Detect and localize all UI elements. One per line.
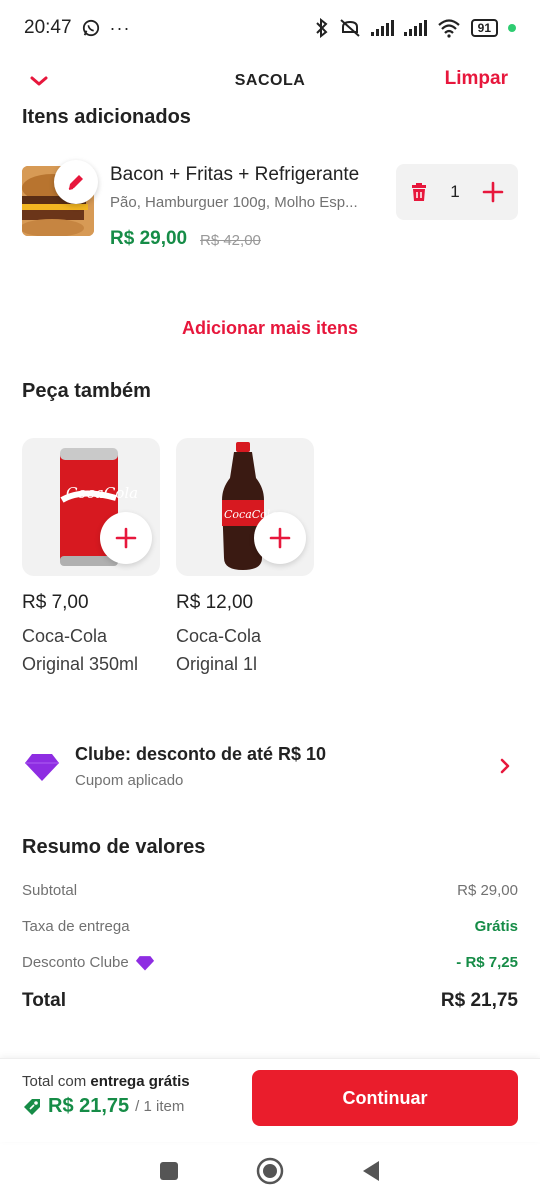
clube-title: Clube: desconto de até R$ 10 [75,744,327,764]
system-nav-bar [0,1142,540,1200]
trash-icon[interactable] [410,182,428,202]
product-name: Coca-Cola Original 1l [176,626,262,674]
delivery-fee-label: Taxa de entrega [22,918,130,935]
product-name: Coca-Cola Original 350ml [22,626,139,674]
whatsapp-icon [82,19,99,37]
quantity-stepper: 1 [396,164,518,220]
item-quantity: 1 [450,182,460,201]
total-value: R$ 21,75 [440,990,518,1011]
signal-1-icon [370,20,394,36]
footer-item-count: / 1 item [135,1098,185,1115]
more-notifications-icon: ··· [109,17,131,38]
footer-total: R$ 21,75 / 1 item [22,1095,184,1118]
plus-icon [269,527,291,549]
suggestion-card[interactable]: CocaCola R$ 12,00 Coca-Cola Original 1l [176,438,314,678]
clube-subtitle: Cupom aplicado [75,772,184,789]
wifi-icon [437,19,460,38]
total-row: Total R$ 21,75 [22,990,518,1012]
added-items-title: Itens adicionados [22,106,191,128]
diamond-icon [25,754,59,781]
plus-icon[interactable] [482,181,504,203]
add-more-items-link[interactable]: Adicionar mais itens [0,318,540,339]
product-price: R$ 7,00 [22,592,89,613]
svg-text:CocaCola: CocaCola [66,484,138,502]
total-label: Total [22,990,66,1011]
clube-discount-summary-row: Desconto Clube - R$ 7,25 [22,954,518,971]
item-price: R$ 29,00 [110,228,188,249]
item-name: Bacon + Fritas + Refrigerante [110,164,360,185]
product-price: R$ 12,00 [176,592,254,613]
battery-icon: 91 [470,19,498,37]
subtotal-row: Subtotal R$ 29,00 [22,882,518,899]
item-old-price: R$ 42,00 [200,232,261,249]
status-dot [508,24,516,32]
diamond-icon [135,955,154,970]
status-bar: 20:47 ··· 91 [0,0,540,56]
signal-2-icon [403,20,427,36]
discount-label: Desconto Clube [22,954,129,971]
back-icon[interactable] [361,1159,381,1183]
subtotal-value: R$ 29,00 [457,882,518,899]
delivery-fee-row: Taxa de entrega Grátis [22,918,518,935]
summary-title: Resumo de valores [22,836,206,858]
checkout-footer: Total com entrega grátis R$ 21,75 / 1 it… [0,1058,540,1142]
recent-apps-icon[interactable] [159,1161,179,1181]
mute-icon [339,19,360,37]
bluetooth-icon [315,18,328,38]
header: SACOLA Limpar [0,56,540,106]
cart-item: Bacon + Fritas + Refrigerante Pão, Hambu… [22,160,522,260]
chevron-right-icon [500,758,510,774]
footer-total-caption: Total com entrega grátis [22,1073,190,1090]
suggestions-title: Peça também [22,380,151,402]
delivery-fee-value: Grátis [474,918,518,935]
tag-icon [24,1098,40,1115]
discount-value: - R$ 7,25 [456,954,518,971]
continue-button[interactable]: Continuar [252,1070,518,1126]
clear-button[interactable]: Limpar [445,68,508,90]
product-image: CocaCola [22,438,160,576]
plus-icon [115,527,137,549]
suggestion-card[interactable]: CocaCola R$ 7,00 Coca-Cola Original 350m… [22,438,160,678]
edit-item-button[interactable] [54,160,98,204]
item-description: Pão, Hamburguer 100g, Molho Esp... [110,194,358,211]
add-suggestion-button[interactable] [254,512,306,564]
status-time: 20:47 [24,17,72,38]
add-suggestion-button[interactable] [100,512,152,564]
clube-discount-row[interactable]: Clube: desconto de até R$ 10 Cupom aplic… [22,740,522,796]
home-icon[interactable] [256,1157,284,1185]
footer-amount: R$ 21,75 [48,1095,130,1117]
pencil-icon [68,175,83,190]
subtotal-label: Subtotal [22,882,78,899]
chevron-down-icon[interactable] [28,70,50,92]
product-image: CocaCola [176,438,314,576]
